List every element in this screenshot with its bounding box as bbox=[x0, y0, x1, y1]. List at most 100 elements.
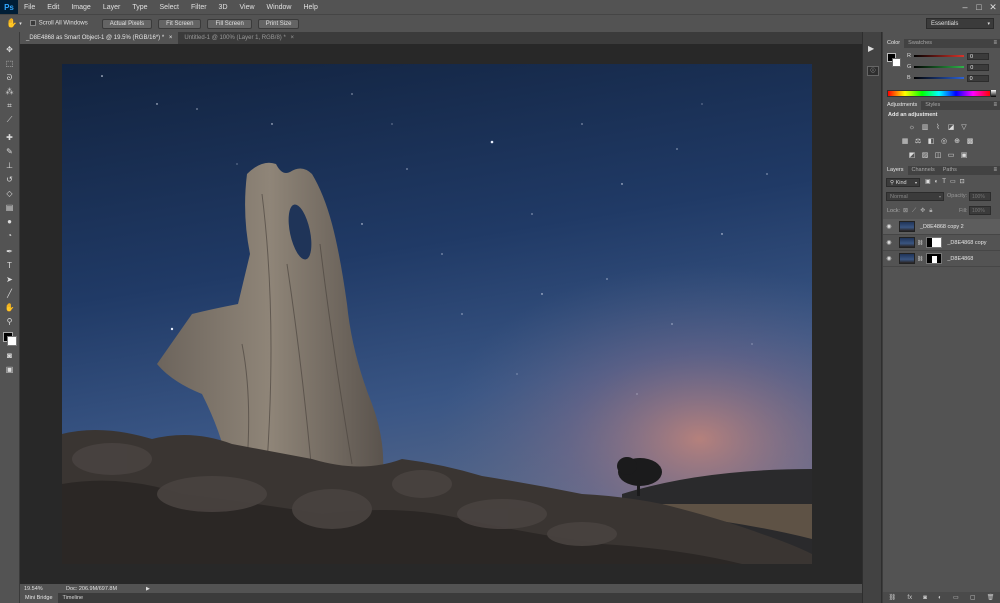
fill-screen-button[interactable]: Fill Screen bbox=[207, 18, 252, 29]
blur-tool-icon[interactable]: ● bbox=[3, 216, 16, 227]
tab-layers[interactable]: Layers bbox=[883, 166, 908, 175]
type-tool-icon[interactable]: T bbox=[3, 260, 16, 271]
menu-3d[interactable]: 3D bbox=[213, 4, 234, 11]
eye-icon[interactable]: ◉ bbox=[883, 239, 895, 246]
color-slider-r[interactable]: R 0 bbox=[907, 52, 997, 60]
bw-ramp[interactable] bbox=[991, 90, 996, 97]
menu-file[interactable]: File bbox=[18, 4, 41, 11]
path-selection-tool-icon[interactable]: ➤ bbox=[3, 274, 16, 285]
slider-track[interactable] bbox=[913, 55, 964, 57]
shape-tool-icon[interactable]: ╱ bbox=[3, 288, 16, 299]
hand-tool-icon[interactable]: ✋ bbox=[3, 302, 16, 313]
exposure-icon[interactable]: ◪ bbox=[947, 123, 955, 131]
panel-menu-icon[interactable]: ≡ bbox=[993, 39, 997, 48]
color-balance-icon[interactable]: ⚖ bbox=[914, 137, 922, 145]
brush-tool-icon[interactable]: ✎ bbox=[3, 146, 16, 157]
new-layer-icon[interactable]: ▢ bbox=[970, 594, 976, 601]
crop-tool-icon[interactable]: ⌗ bbox=[3, 100, 16, 111]
menu-image[interactable]: Image bbox=[65, 4, 96, 11]
layer-row[interactable]: ◉ ⛓ _D8E4868 bbox=[883, 251, 1000, 267]
channel-value-input[interactable]: 0 bbox=[966, 52, 989, 60]
selective-color-icon[interactable]: ▣ bbox=[960, 151, 968, 159]
status-menu-arrow-icon[interactable]: ▶ bbox=[146, 586, 150, 592]
eye-icon[interactable]: ◉ bbox=[883, 223, 895, 230]
photo-filter-icon[interactable]: ◎ bbox=[940, 137, 948, 145]
scroll-all-windows-checkbox[interactable]: Scroll All Windows bbox=[29, 20, 88, 27]
zoom-level[interactable]: 19.54% bbox=[24, 586, 58, 592]
fill-input[interactable]: 100% bbox=[969, 206, 991, 215]
tab-timeline[interactable]: Timeline bbox=[58, 593, 89, 603]
curves-icon[interactable]: ⌇ bbox=[934, 123, 942, 131]
document-image[interactable] bbox=[62, 64, 812, 564]
tab-styles[interactable]: Styles bbox=[921, 101, 944, 110]
layer-filter-kind-dropdown[interactable]: ⚲ Kind ▾ bbox=[886, 178, 920, 187]
maximize-button[interactable]: □ bbox=[972, 0, 986, 14]
hue-saturation-icon[interactable]: ▦ bbox=[901, 137, 909, 145]
zoom-tool-icon[interactable]: ⚲ bbox=[3, 316, 16, 327]
tab-smart-object-doc[interactable]: _D8E4868 as Smart Object-1 @ 19.5% (RGB/… bbox=[20, 32, 179, 44]
new-adjustment-icon[interactable]: ◐ bbox=[938, 595, 942, 601]
actual-pixels-button[interactable]: Actual Pixels bbox=[101, 18, 153, 29]
marquee-tool-icon[interactable]: ⬚ bbox=[3, 58, 16, 69]
color-background-swatch[interactable] bbox=[892, 58, 901, 67]
close-button[interactable]: ✕ bbox=[986, 0, 1000, 14]
eye-icon[interactable]: ◉ bbox=[883, 255, 895, 262]
layer-row[interactable]: ◉ _D8E4868 copy 2 bbox=[883, 219, 1000, 235]
blend-mode-dropdown[interactable]: Normal ▾ bbox=[886, 192, 944, 201]
lock-icons[interactable]: ⊠⟋✥🔒︎ bbox=[903, 207, 936, 215]
layer-mask-thumbnail[interactable] bbox=[926, 253, 943, 264]
background-color-swatch[interactable] bbox=[7, 336, 17, 346]
vibrance-icon[interactable]: ▽ bbox=[960, 123, 968, 131]
info-panel-icon[interactable]: ⓘ bbox=[867, 66, 879, 76]
color-slider-g[interactable]: G 0 bbox=[907, 63, 997, 71]
lasso-tool-icon[interactable]: ᘐ bbox=[3, 72, 16, 83]
eraser-tool-icon[interactable]: ◇ bbox=[3, 188, 16, 199]
channel-value-input[interactable]: 0 bbox=[966, 74, 989, 82]
clone-stamp-tool-icon[interactable]: ⊥ bbox=[3, 160, 16, 171]
color-lookup-icon[interactable]: ▩ bbox=[966, 137, 974, 145]
panel-menu-icon[interactable]: ≡ bbox=[993, 101, 997, 110]
tab-close-icon[interactable]: × bbox=[290, 35, 294, 41]
menu-type[interactable]: Type bbox=[126, 4, 153, 11]
quick-selection-tool-icon[interactable]: ⁂ bbox=[3, 86, 16, 97]
menu-select[interactable]: Select bbox=[154, 4, 185, 11]
pen-tool-icon[interactable]: ✒ bbox=[3, 246, 16, 257]
minimize-button[interactable]: – bbox=[958, 0, 972, 14]
eyedropper-tool-icon[interactable]: ⟋ bbox=[3, 114, 16, 125]
layer-row[interactable]: ◉ ⛓ _D8E4868 copy bbox=[883, 235, 1000, 251]
hand-tool-preset-icon[interactable]: ✋ bbox=[6, 18, 17, 29]
tab-paths[interactable]: Paths bbox=[939, 166, 961, 175]
slider-track[interactable] bbox=[913, 77, 964, 79]
opacity-input[interactable]: 100% bbox=[969, 192, 991, 201]
menu-edit[interactable]: Edit bbox=[41, 4, 65, 11]
healing-brush-tool-icon[interactable]: ✚ bbox=[3, 132, 16, 143]
tab-adjustments[interactable]: Adjustments bbox=[883, 101, 922, 110]
layer-style-icon[interactable]: fx bbox=[907, 595, 912, 601]
tab-close-icon[interactable]: × bbox=[169, 35, 173, 41]
canvas-area[interactable] bbox=[20, 44, 862, 584]
trash-icon[interactable]: 🗑︎ bbox=[987, 594, 995, 601]
menu-layer[interactable]: Layer bbox=[97, 4, 127, 11]
tab-color[interactable]: Color bbox=[883, 39, 905, 48]
print-size-button[interactable]: Print Size bbox=[257, 18, 300, 29]
play-actions-icon[interactable]: ▶ bbox=[868, 44, 874, 53]
tab-swatches[interactable]: Swatches bbox=[904, 39, 936, 48]
fit-screen-button[interactable]: Fit Screen bbox=[158, 18, 202, 29]
color-slider-b[interactable]: B 0 bbox=[907, 74, 997, 82]
color-spectrum-ramp[interactable] bbox=[887, 90, 991, 97]
slider-track[interactable] bbox=[914, 66, 965, 68]
move-tool-icon[interactable]: ✥ bbox=[3, 44, 16, 55]
menu-view[interactable]: View bbox=[234, 4, 261, 11]
black-white-icon[interactable]: ◧ bbox=[927, 137, 935, 145]
link-layers-icon[interactable]: ⛓ bbox=[889, 594, 897, 601]
tab-untitled-doc[interactable]: Untitled-1 @ 100% (Layer 1, RGB/8) * × bbox=[178, 32, 300, 44]
screen-mode-icon[interactable]: ▣ bbox=[3, 364, 16, 375]
dodge-tool-icon[interactable]: ◔ bbox=[3, 230, 16, 241]
workspace-switcher[interactable]: Essentials ▾ bbox=[926, 18, 994, 29]
brightness-contrast-icon[interactable]: ☼ bbox=[908, 123, 916, 131]
tab-mini-bridge[interactable]: Mini Bridge bbox=[20, 593, 58, 603]
posterize-icon[interactable]: ▨ bbox=[921, 151, 929, 159]
add-mask-icon[interactable]: ◙ bbox=[923, 595, 927, 601]
tab-channels[interactable]: Channels bbox=[908, 166, 939, 175]
panel-menu-icon[interactable]: ≡ bbox=[993, 166, 997, 175]
